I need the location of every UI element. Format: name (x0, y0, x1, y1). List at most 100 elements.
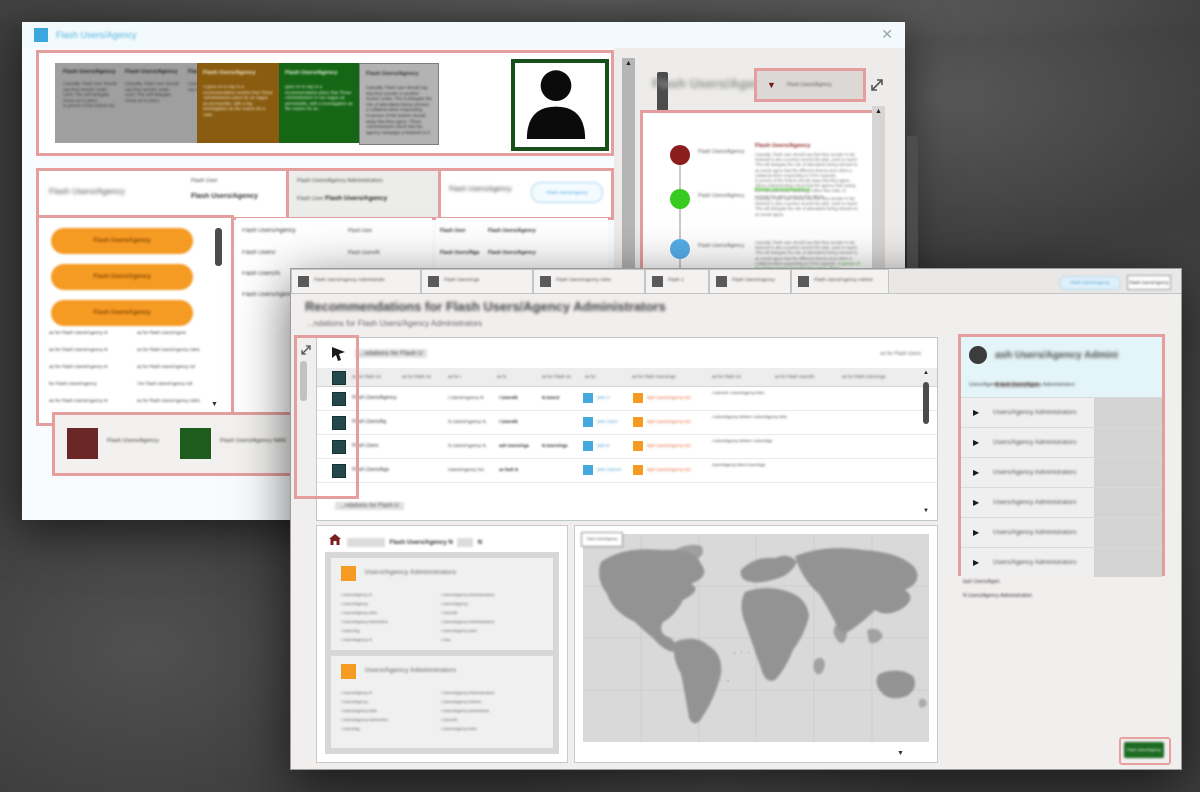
tab-4[interactable]: Flash 1 (645, 269, 709, 293)
checkbox-icon[interactable] (332, 392, 346, 406)
list-item[interactable]: as for Flash Users/Agency Nas for Flash … (49, 347, 225, 361)
primary-action-button[interactable]: Flash Users/Agency (1059, 276, 1121, 290)
orange-pill-button[interactable]: Flash Users/Agency (51, 228, 193, 254)
list-item[interactable]: as for Flash Users/Agency Nas for Flash … (49, 330, 225, 344)
orange-status-label[interactable]: lash Users/Agency NA (647, 419, 691, 424)
table-row[interactable]: Flash Users N Users/Agency N ash Users/A… (317, 434, 937, 459)
tab-6[interactable]: Flash Users/Agency Admini (791, 269, 889, 293)
checkbox-icon[interactable] (332, 371, 346, 385)
scrollbar-thumb[interactable] (907, 136, 918, 286)
column-header[interactable]: as for Flash Us (712, 374, 741, 379)
expand-right-icon[interactable]: ▶ (973, 468, 979, 477)
sidebar-expander-row[interactable]: ▶Users/Agency Administrators (961, 547, 1162, 577)
scroll-down-icon[interactable]: ▼ (897, 750, 904, 757)
hero-column-2: Flash Users/Agency Casually, Flash user … (125, 69, 181, 103)
tab-icon (298, 276, 309, 287)
green-action-button[interactable]: Flash Users/Agency (1124, 742, 1164, 758)
sidebar-expander-row[interactable]: ▶Users/Agency Administrators (961, 487, 1162, 517)
column-header[interactable]: as for (585, 374, 596, 379)
tab-5[interactable]: Flash Users/Agency (709, 269, 791, 293)
orange-status-label[interactable]: lash Users/Agency NA (647, 443, 691, 448)
expand-icon[interactable] (299, 343, 313, 357)
scroll-up-icon[interactable]: ▲ (622, 60, 635, 67)
row-col3: N Users/Agency N (448, 443, 486, 448)
row-col4: ash Users/Aga (499, 443, 529, 448)
svg-text:S O U T H: S O U T H (695, 678, 731, 683)
home-icon[interactable] (329, 534, 341, 545)
sidebar-expander-row[interactable]: ▶Users/Agency Administrators (961, 457, 1162, 487)
table-row[interactable]: Flash Users/Agency i Users/Agency N i Us… (317, 386, 937, 411)
table-row[interactable]: Flash Users/Aga Users/Agency NA as fash … (317, 458, 937, 483)
tab-3[interactable]: Flash Users/Agency Admi (533, 269, 645, 293)
tab-1[interactable]: Flash Users/Agency Administrato (291, 269, 421, 293)
secondary-action-button[interactable]: Flash Users/Agency (1127, 275, 1171, 290)
hero-card-green[interactable]: Flash Users/Agency goes on to say to a r… (279, 63, 359, 143)
column-header[interactable]: as for Flash Us (542, 374, 571, 379)
orange-status-label[interactable]: lash Users/Agency NA (647, 395, 691, 400)
expand-right-icon[interactable]: ▶ (973, 558, 979, 567)
info-box-pill-button[interactable]: Flash Users/Agency (531, 182, 603, 203)
world-map[interactable]: S O U T H A T L A N T I C (583, 534, 929, 742)
sidebar-expander-row[interactable]: ▶Users/Agency Administrators (961, 427, 1162, 457)
sidebar-sub-highlight: N lash Users/Agen (995, 382, 1039, 388)
list-item[interactable]: for Flash Users/Agencyi for Flash Users/… (49, 381, 225, 395)
blue-status-label[interactable]: lash U (597, 395, 609, 400)
expand-right-icon[interactable]: ▶ (973, 498, 979, 507)
dropdown-caret-icon: ▼ (767, 80, 776, 90)
hero-card-gray[interactable]: Flash Users/Agency Casually, Flash user … (359, 63, 439, 145)
list-item[interactable]: as for Flash Users/Agency Nas for Flash … (49, 398, 225, 412)
orange-section-icon (341, 664, 356, 679)
sidebar-rows: ▶Users/Agency Administrators ▶Users/Agen… (961, 397, 1162, 577)
blue-status-label[interactable]: lash N (597, 443, 609, 448)
orange-pill-button[interactable]: Flash Users/Agency (51, 264, 193, 290)
orange-pill-button[interactable]: Flash Users/Agency (51, 300, 193, 326)
row-detail-lines: i Users/Agency Admini i Users/Aga (712, 438, 772, 443)
expand-right-icon[interactable]: ▶ (973, 408, 979, 417)
scroll-down-icon[interactable]: ▼ (921, 508, 931, 514)
detail-right: Flash Users/Agency (488, 250, 536, 256)
scrollbar-thumb[interactable] (215, 228, 222, 266)
checkbox-icon[interactable] (332, 464, 346, 478)
sidebar-row-value-block (1094, 488, 1162, 517)
column-header[interactable]: as for Flash Users/N (775, 374, 814, 379)
column-header[interactable]: as fo (497, 374, 506, 379)
checkbox-icon[interactable] (332, 440, 346, 454)
detail-left: Flash Users/Nga (440, 250, 479, 256)
row-col5: N Users/Aga (542, 443, 568, 448)
column-header[interactable]: as for Flash Users/Age (842, 374, 886, 379)
hero-card-body: goes on to say to a recommendation place… (279, 76, 359, 112)
tab-2[interactable]: Flash Users/Age (421, 269, 533, 293)
breadcrumb[interactable]: Flash Users/Agency N N (347, 534, 482, 544)
detail-right: Flash Users/N (348, 250, 380, 256)
sidebar-expander-row[interactable]: ▶Users/Agency Administrators (961, 517, 1162, 547)
column-header[interactable]: as for Flash Us (402, 374, 431, 379)
table-row[interactable]: Flash Users/Ag N Users/Agency N i Users/… (317, 410, 937, 435)
column-header[interactable]: as for Flash Us (352, 374, 381, 379)
scroll-up-icon[interactable]: ▲ (872, 108, 885, 115)
home-section-right-lines: i Users/Agency Administrators i Users/Ag… (441, 688, 494, 733)
checkbox-icon[interactable] (332, 416, 346, 430)
blue-status-label[interactable]: lash Users/A (597, 467, 622, 472)
hero-column-1: Flash Users/Agency Casually, Flash user … (63, 69, 119, 109)
expand-right-icon[interactable]: ▶ (973, 528, 979, 537)
scroll-up-icon[interactable]: ▲ (921, 370, 931, 376)
sidebar-expander-row[interactable]: ▶Users/Agency Administrators (961, 397, 1162, 427)
cursor-pointer-icon (331, 346, 346, 362)
row-col4: i Users/N (499, 419, 518, 424)
close-icon[interactable]: ✕ (881, 26, 893, 43)
list-item[interactable]: as for Flash Users/Agency Nas for Flash … (49, 364, 225, 378)
expand-icon[interactable] (868, 76, 886, 94)
blue-status-label[interactable]: lash Users (597, 419, 618, 424)
dropdown-button[interactable]: ▼ Flash Users/Agency (754, 68, 866, 102)
scroll-down-icon[interactable]: ▼ (211, 401, 218, 408)
scrollbar-thumb[interactable] (300, 361, 307, 401)
row-name: Flash Users/Ag (352, 419, 386, 425)
column-header[interactable]: as for Flash Users/Age (632, 374, 676, 379)
table-scrollbar[interactable]: ▲ ▼ (921, 370, 931, 516)
expand-right-icon[interactable]: ▶ (973, 438, 979, 447)
column-header[interactable]: as for I (448, 374, 461, 379)
scrollbar-thumb[interactable] (923, 382, 929, 424)
person-icon (515, 63, 597, 139)
hero-card-brown[interactable]: Flash Users/Agency A goes on to say to a… (197, 63, 279, 143)
orange-status-label[interactable]: lash Users/Agency NA (647, 467, 691, 472)
